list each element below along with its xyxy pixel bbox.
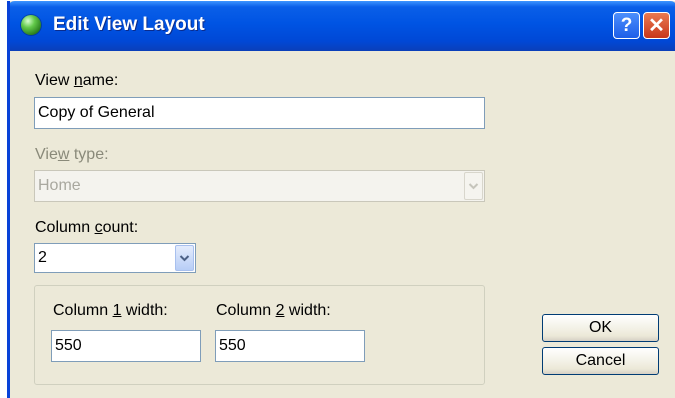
view-name-input[interactable]: Copy of General xyxy=(34,97,485,129)
close-button[interactable]: ✕ xyxy=(643,12,670,39)
column-1-width-value: 550 xyxy=(55,337,82,354)
column-1-width-label: Column 1 width: xyxy=(53,302,168,319)
title-bar[interactable]: Edit View Layout ? ✕ xyxy=(10,1,675,51)
question-mark-icon: ? xyxy=(620,14,633,36)
view-type-dropdown-button xyxy=(464,172,483,200)
window-title: Edit View Layout xyxy=(53,14,205,35)
column-2-width-input[interactable]: 550 xyxy=(215,330,365,362)
chevron-down-icon xyxy=(179,254,190,261)
help-button[interactable]: ? xyxy=(613,12,640,39)
column-2-width-value: 550 xyxy=(219,337,246,354)
column-1-width-input[interactable]: 550 xyxy=(51,330,201,362)
dialog-window: Edit View Layout ? ✕ View name: Copy of … xyxy=(7,1,675,398)
close-icon: ✕ xyxy=(648,15,665,37)
chevron-down-icon xyxy=(468,182,479,189)
column-count-label: Column count: xyxy=(35,219,139,236)
column-2-width-label: Column 2 width: xyxy=(216,302,331,319)
ok-button[interactable]: OK xyxy=(542,314,659,342)
column-count-dropdown-button[interactable] xyxy=(175,245,194,271)
cancel-button[interactable]: Cancel xyxy=(542,347,659,375)
view-type-value: Home xyxy=(38,177,81,194)
view-type-select: Home xyxy=(34,170,485,202)
view-type-label: View type: xyxy=(35,146,109,163)
column-count-select[interactable]: 2 xyxy=(34,243,196,273)
app-globe-icon xyxy=(21,15,41,35)
view-name-value: Copy of General xyxy=(38,104,155,121)
view-name-label: View name: xyxy=(35,72,119,89)
column-count-value: 2 xyxy=(38,249,47,266)
